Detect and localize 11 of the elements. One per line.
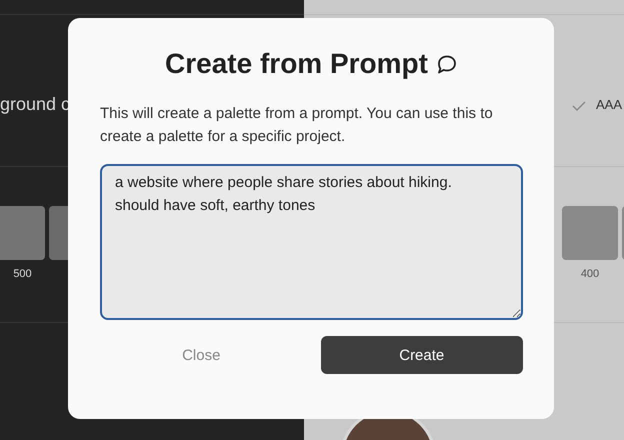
color-swatch[interactable] — [0, 206, 45, 260]
dialog-title: Create from Prompt — [165, 48, 428, 80]
contrast-label: AAA — [596, 97, 622, 112]
speech-bubble-icon — [436, 54, 458, 76]
shade-label: 500 — [12, 268, 33, 280]
prompt-field[interactable]: a website where people share stories about hiking. should have soft, earthy tones — [100, 164, 523, 320]
shade-label: 400 — [580, 268, 600, 280]
create-button[interactable]: Create — [320, 336, 523, 374]
dialog-description: This will create a palette from a prompt. You can use this to create a palette for a specific project. — [100, 104, 494, 147]
check-icon — [572, 101, 586, 111]
color-swatch[interactable] — [562, 206, 618, 260]
